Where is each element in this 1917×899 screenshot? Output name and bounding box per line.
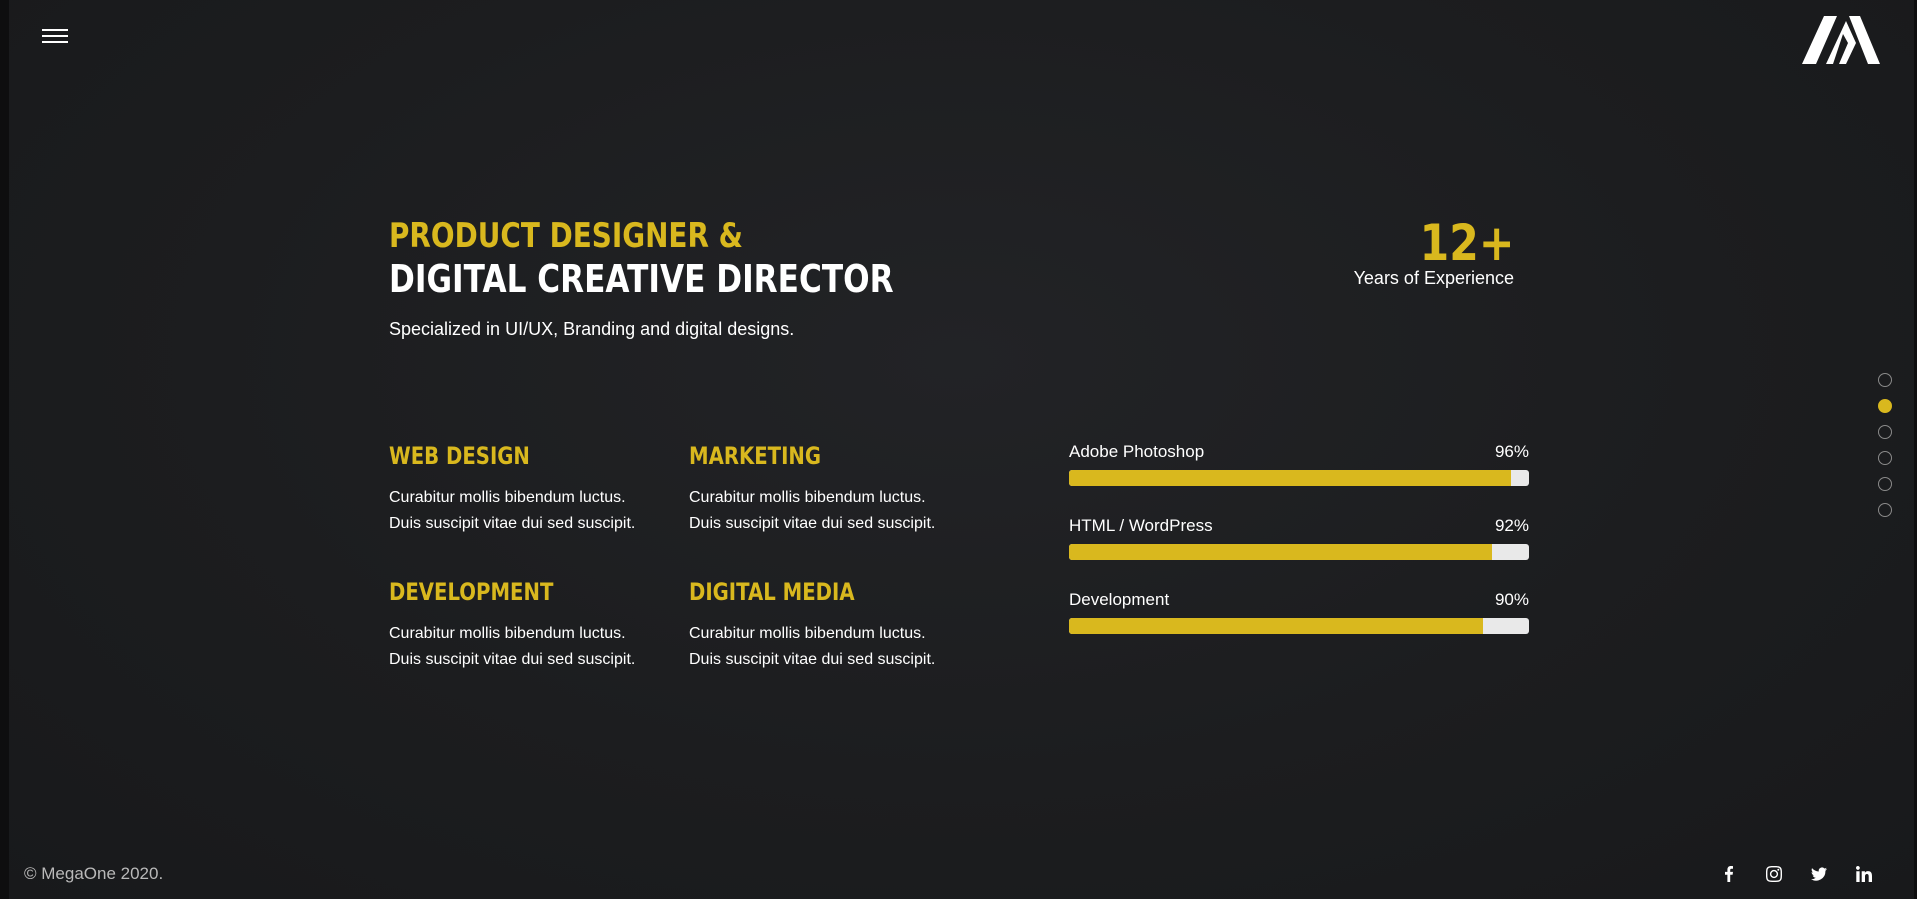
service-line: Duis suscipit vitae dui sed suscipit.: [389, 515, 636, 532]
section-dot-1[interactable]: [1878, 373, 1892, 387]
hamburger-line: [42, 29, 68, 31]
logo-mark: [1802, 16, 1880, 64]
skill-progress-bar: [1069, 618, 1529, 634]
service-line: Curabitur mollis bibendum luctus.: [389, 625, 626, 642]
service-line: Curabitur mollis bibendum luctus.: [689, 625, 926, 642]
service-description: Curabitur mollis bibendum luctus. Duis s…: [689, 485, 989, 537]
facebook-icon[interactable]: [1706, 866, 1751, 888]
twitter-icon[interactable]: [1796, 866, 1841, 888]
service-line: Duis suscipit vitae dui sed suscipit.: [689, 515, 936, 532]
service-development: DEVELOPMENT Curabitur mollis bibendum lu…: [389, 577, 689, 673]
skill-percent: 96%: [1494, 442, 1529, 461]
linkedin-icon[interactable]: [1841, 866, 1886, 888]
service-title: WEB DESIGN: [389, 442, 530, 470]
service-description: Curabitur mollis bibendum luctus. Duis s…: [389, 485, 689, 537]
hero-subtitle: Specialized in UI/UX, Branding and digit…: [389, 319, 795, 339]
services-grid: WEB DESIGN Curabitur mollis bibendum luc…: [389, 441, 1009, 673]
service-digital-media: DIGITAL MEDIA Curabitur mollis bibendum …: [689, 577, 989, 673]
service-title: DEVELOPMENT: [389, 578, 554, 606]
hero-title-line1: PRODUCT DESIGNER &: [389, 216, 743, 256]
skill-progress-bar: [1069, 470, 1529, 486]
copyright-text: © MegaOne 2020.: [24, 864, 164, 883]
service-line: Duis suscipit vitae dui sed suscipit.: [389, 651, 636, 668]
social-links: [1706, 866, 1886, 888]
section-dots-nav: [1878, 373, 1896, 529]
service-line: Curabitur mollis bibendum luctus.: [689, 489, 926, 506]
hamburger-line: [42, 35, 68, 37]
skill-progress-fill: [1069, 470, 1511, 486]
section-dot-4[interactable]: [1878, 451, 1892, 465]
experience-number: 12+: [1419, 214, 1514, 272]
service-title: MARKETING: [689, 442, 822, 470]
skill-header: HTML / WordPress 92%: [1069, 515, 1529, 537]
service-line: Curabitur mollis bibendum luctus.: [389, 489, 626, 506]
section-dot-3[interactable]: [1878, 425, 1892, 439]
megaone-logo[interactable]: [1802, 16, 1880, 64]
service-web-design: WEB DESIGN Curabitur mollis bibendum luc…: [389, 441, 689, 537]
skill-item: Adobe Photoshop 96%: [1069, 441, 1529, 486]
skill-header: Adobe Photoshop 96%: [1069, 441, 1529, 463]
section-dot-2[interactable]: [1878, 399, 1892, 413]
skill-name: Development: [1069, 590, 1170, 609]
skill-progress-fill: [1069, 544, 1493, 560]
skill-item: HTML / WordPress 92%: [1069, 515, 1529, 560]
skill-header: Development 90%: [1069, 589, 1529, 611]
skill-item: Development 90%: [1069, 589, 1529, 634]
skill-progress-fill: [1069, 618, 1483, 634]
skill-name: HTML / WordPress: [1069, 516, 1213, 535]
instagram-icon[interactable]: [1751, 866, 1796, 888]
skill-name: Adobe Photoshop: [1069, 442, 1205, 461]
skill-progress-bar: [1069, 544, 1529, 560]
service-title: DIGITAL MEDIA: [689, 578, 855, 606]
skill-percent: 92%: [1494, 516, 1529, 535]
page: PRODUCT DESIGNER & DIGITAL CREATIVE DIRE…: [0, 0, 1917, 899]
service-description: Curabitur mollis bibendum luctus. Duis s…: [689, 621, 989, 673]
service-description: Curabitur mollis bibendum luctus. Duis s…: [389, 621, 689, 673]
hamburger-icon[interactable]: [42, 29, 68, 45]
skill-percent: 90%: [1494, 590, 1529, 609]
service-marketing: MARKETING Curabitur mollis bibendum luct…: [689, 441, 989, 537]
left-edge-strip: [0, 0, 9, 899]
section-dot-6[interactable]: [1878, 503, 1892, 517]
skills-list: Adobe Photoshop 96% HTML / WordPress 92%…: [1069, 441, 1529, 663]
hero-title-line2: DIGITAL CREATIVE DIRECTOR: [389, 257, 894, 301]
service-line: Duis suscipit vitae dui sed suscipit.: [689, 651, 936, 668]
experience-block: 12+ Years of Experience: [1354, 214, 1514, 289]
section-dot-5[interactable]: [1878, 477, 1892, 491]
hamburger-line: [42, 41, 68, 43]
